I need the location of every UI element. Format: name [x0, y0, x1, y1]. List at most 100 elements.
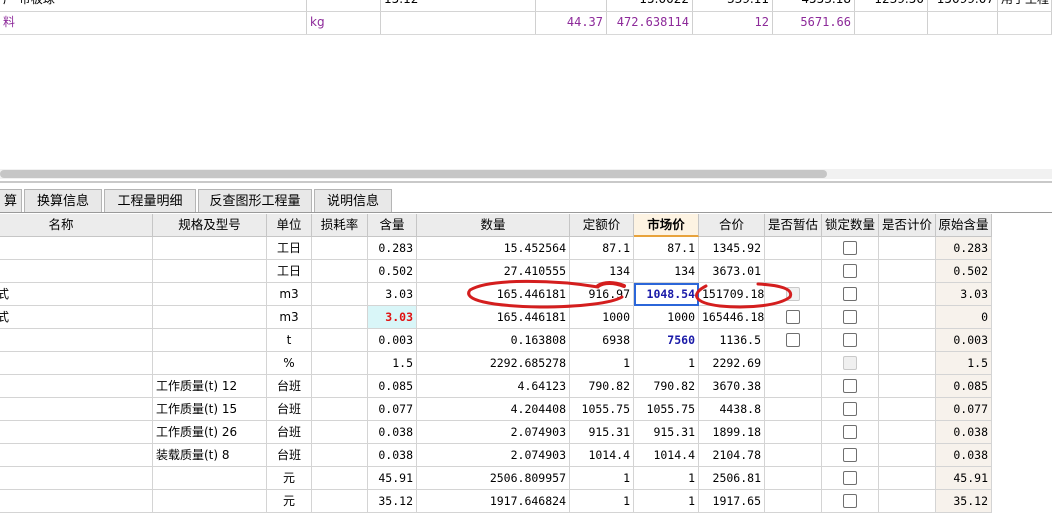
cell-temp[interactable]: [765, 283, 822, 306]
cell-lock[interactable]: [822, 237, 879, 260]
checkbox[interactable]: [843, 263, 857, 278]
cell-market[interactable]: 1000: [634, 306, 699, 329]
cell-priced[interactable]: [879, 467, 936, 490]
table-row[interactable]: 工日 0.502 27.410555 134 134 3673.01 0.502: [0, 260, 1052, 283]
checkbox[interactable]: [843, 424, 857, 439]
cell-loss[interactable]: [312, 467, 368, 490]
cell-lock[interactable]: [822, 375, 879, 398]
cell-lock[interactable]: [822, 260, 879, 283]
table-row[interactable]: 机工作质量(t) 15台班0.0774.2044081055.751055.75…: [0, 398, 1052, 421]
cell-loss[interactable]: [312, 375, 368, 398]
cell-market[interactable]: 915.31: [634, 421, 699, 444]
cell-priced[interactable]: [879, 237, 936, 260]
cell-market[interactable]: 1055.75: [634, 398, 699, 421]
cell-priced[interactable]: [879, 306, 936, 329]
cell-loss[interactable]: [312, 444, 368, 467]
checkbox[interactable]: [843, 240, 857, 255]
cell-priced[interactable]: [879, 375, 936, 398]
cell-lock[interactable]: [822, 490, 879, 513]
tab-reverse-lookup[interactable]: 反查图形工程量: [198, 189, 312, 212]
checkbox[interactable]: [843, 286, 857, 301]
col-is-priced[interactable]: 是否计价: [879, 214, 936, 237]
table-row[interactable]: 铺机装载质量(t) 8台班0.0382.0749031014.41014.421…: [0, 444, 1052, 467]
cell-loss[interactable]: [312, 490, 368, 513]
col-quantity[interactable]: 含量: [368, 214, 417, 237]
cell-qty[interactable]: 0.283: [368, 237, 417, 260]
cell-market[interactable]: 7560: [634, 329, 699, 352]
cell-temp[interactable]: [765, 398, 822, 421]
col-is-provisional[interactable]: 是否暂估: [765, 214, 822, 237]
cell-loss[interactable]: [312, 306, 368, 329]
col-spec[interactable]: 规格及型号: [153, 214, 267, 237]
cell-lock[interactable]: [822, 444, 879, 467]
table-row[interactable]: 细粒式m33.03165.446181916.971048.54151709.1…: [0, 283, 1052, 306]
cell-temp[interactable]: [765, 260, 822, 283]
table-row[interactable]: t 0.003 0.163808 6938 7560 1136.5 0.003: [0, 329, 1052, 352]
cell-loss[interactable]: [312, 237, 368, 260]
cell-temp[interactable]: [765, 490, 822, 513]
checkbox[interactable]: [843, 493, 857, 508]
checkbox[interactable]: [843, 470, 857, 485]
cell-temp[interactable]: [765, 467, 822, 490]
cell-market[interactable]: 1: [634, 467, 699, 490]
cell-priced[interactable]: [879, 444, 936, 467]
table-row[interactable]: 工作质量(t) 26 台班 0.038 2.074903 915.31 915.31 189…: [0, 421, 1052, 444]
cell-loss[interactable]: [312, 283, 368, 306]
cell-priced[interactable]: [879, 283, 936, 306]
cell-loss[interactable]: [312, 329, 368, 352]
cell-temp[interactable]: [765, 352, 822, 375]
col-lock-qty[interactable]: 锁定数量: [822, 214, 879, 237]
cell-loss[interactable]: [312, 352, 368, 375]
tab-calc[interactable]: 算: [0, 189, 22, 212]
cell-qty[interactable]: 0.038: [368, 444, 417, 467]
tab-quantity-detail[interactable]: 工程量明细: [104, 189, 196, 212]
cell-qty[interactable]: 0.502: [368, 260, 417, 283]
cell-priced[interactable]: [879, 352, 936, 375]
checkbox[interactable]: [843, 401, 857, 416]
cell-priced[interactable]: [879, 398, 936, 421]
cell-lock[interactable]: [822, 306, 879, 329]
tab-conversion-info[interactable]: 换算信息: [24, 189, 102, 212]
cell-temp[interactable]: [765, 421, 822, 444]
checkbox[interactable]: [843, 378, 857, 393]
cell-market[interactable]: 87.1: [634, 237, 699, 260]
checkbox[interactable]: [843, 447, 857, 462]
col-original-qty[interactable]: 原始含量: [936, 214, 992, 237]
panel-splitter[interactable]: [0, 181, 1052, 183]
col-amount[interactable]: 数量: [417, 214, 570, 237]
cell-loss[interactable]: [312, 260, 368, 283]
cell-qty[interactable]: 0.038: [368, 421, 417, 444]
checkbox[interactable]: [843, 332, 857, 347]
checkbox[interactable]: [786, 332, 800, 347]
cell-qty[interactable]: 45.91: [368, 467, 417, 490]
cell-lock[interactable]: [822, 283, 879, 306]
cell-market[interactable]: 1: [634, 352, 699, 375]
cell-qty[interactable]: 1.5: [368, 352, 417, 375]
col-total-price[interactable]: 合价: [699, 214, 765, 237]
table-row[interactable]: 元 35.12 1917.646824 1 1 1917.65 35.12: [0, 490, 1052, 513]
cell-lock[interactable]: [822, 421, 879, 444]
col-quota-price[interactable]: 定额价: [570, 214, 634, 237]
cell-qty[interactable]: 35.12: [368, 490, 417, 513]
cell-qty[interactable]: 3.03: [368, 306, 417, 329]
table-row[interactable]: 细粒式m33.03165.44618110001000165446.180: [0, 306, 1052, 329]
cell-qty[interactable]: 0.077: [368, 398, 417, 421]
top-row-material[interactable]: 料 kg 44.37 472.638114 12 5671.66: [0, 11, 1052, 34]
cell-loss[interactable]: [312, 421, 368, 444]
col-loss-rate[interactable]: 损耗率: [312, 214, 368, 237]
top-row-partial[interactable]: 产 带板球 15.12 15.0022 339.11 4553.18 1239.…: [0, 0, 1052, 11]
checkbox[interactable]: [843, 309, 857, 324]
col-unit[interactable]: 单位: [267, 214, 312, 237]
cell-priced[interactable]: [879, 329, 936, 352]
cell-priced[interactable]: [879, 421, 936, 444]
col-market-price[interactable]: 市场价: [634, 214, 699, 237]
table-row[interactable]: 工日 0.283 15.452564 87.1 87.1 1345.92 0.283: [0, 237, 1052, 260]
cell-temp[interactable]: [765, 329, 822, 352]
cell-temp[interactable]: [765, 375, 822, 398]
table-row[interactable]: % 1.5 2292.685278 1 1 2292.69 1.5: [0, 352, 1052, 375]
cell-temp[interactable]: [765, 237, 822, 260]
cell-temp[interactable]: [765, 444, 822, 467]
cell-qty[interactable]: 0.085: [368, 375, 417, 398]
col-name[interactable]: 名称: [0, 214, 153, 237]
table-row[interactable]: 机工作质量(t) 12台班0.0854.64123790.82790.82367…: [0, 375, 1052, 398]
